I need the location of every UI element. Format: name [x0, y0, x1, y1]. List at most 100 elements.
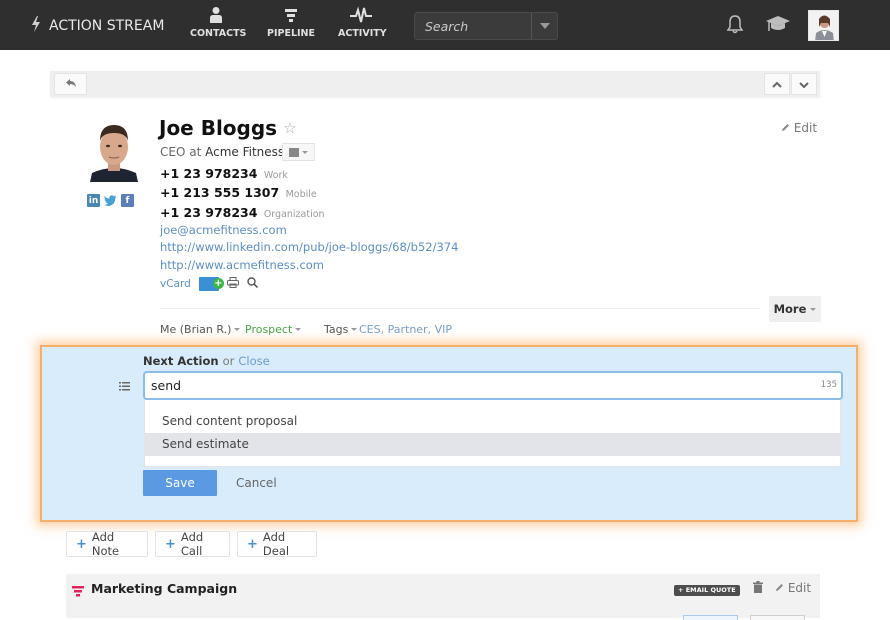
- record-toolbar: [50, 71, 820, 97]
- search-icon[interactable]: [247, 277, 258, 291]
- trash-icon[interactable]: [753, 581, 763, 596]
- vcard-link[interactable]: vCard: [160, 278, 191, 290]
- close-link[interactable]: Close: [238, 354, 269, 368]
- contact-name: Joe Bloggs: [159, 116, 278, 140]
- add-deal-button[interactable]: + Add Deal: [237, 530, 317, 558]
- add-to-contacts-icon[interactable]: [198, 277, 224, 291]
- phone-work[interactable]: +1 23 978234 Work: [160, 166, 288, 181]
- next-action-field: 135: [143, 371, 843, 400]
- nav-pipeline-label: PIPELINE: [267, 28, 315, 39]
- funnel-icon: [72, 582, 84, 601]
- divider: [160, 308, 760, 309]
- tags-values[interactable]: CES, Partner, VIP: [359, 323, 452, 336]
- edit-contact-button[interactable]: Edit: [781, 121, 817, 135]
- campaign-edit-button[interactable]: Edit: [775, 581, 811, 595]
- caret-down-icon: [295, 328, 302, 331]
- status-dropdown[interactable]: Prospect: [245, 323, 302, 336]
- caret-down-icon: [810, 307, 817, 311]
- lightning-icon: [31, 16, 41, 36]
- contact-name-row: Joe Bloggs ☆: [159, 116, 297, 140]
- brand-name: ACTION STREAM: [49, 18, 165, 34]
- contact-actions-row: vCard: [160, 277, 258, 291]
- company-link[interactable]: Acme Fitness: [205, 145, 284, 159]
- building-icon: [289, 147, 299, 157]
- twitter-icon[interactable]: [104, 194, 117, 207]
- nav-contacts-label: CONTACTS: [190, 28, 247, 39]
- chevron-down-icon: [799, 77, 809, 91]
- website-link[interactable]: http://www.acmefitness.com: [160, 258, 324, 272]
- email-quote-button[interactable]: + EMAIL QUOTE: [674, 585, 740, 596]
- chevron-down-icon: [539, 23, 550, 29]
- reply-arrow-icon: [65, 77, 77, 91]
- search-box: [414, 12, 558, 40]
- character-count: 135: [820, 380, 837, 390]
- nav-contacts[interactable]: CONTACTS: [190, 6, 246, 39]
- top-navigation-bar: ACTION STREAM CONTACTS PIPELINE ACTIVITY: [0, 0, 890, 50]
- bell-icon[interactable]: [726, 14, 744, 38]
- owner-label: Me (Brian R.): [160, 323, 232, 336]
- phone-number: +1 23 978234: [160, 166, 258, 181]
- contact-photo: [86, 117, 142, 182]
- edit-label: Edit: [787, 581, 812, 595]
- add-call-button[interactable]: + Add Call: [155, 530, 230, 558]
- person-icon: [190, 6, 242, 26]
- facebook-icon[interactable]: f: [121, 194, 134, 207]
- save-button[interactable]: Save: [143, 470, 217, 496]
- contact-title: CEO at Acme Fitness: [160, 145, 284, 159]
- caret-down-icon: [302, 150, 308, 154]
- more-label: More: [773, 302, 807, 316]
- linkedin-url-link[interactable]: http://www.linkedin.com/pub/joe-bloggs/6…: [160, 240, 458, 254]
- nav-activity-label: ACTIVITY: [338, 28, 387, 39]
- edit-label: Edit: [793, 121, 818, 135]
- tags-label: Tags: [324, 323, 349, 336]
- brand-logo[interactable]: ACTION STREAM: [31, 16, 164, 36]
- plus-icon: +: [247, 536, 258, 552]
- organization-dropdown[interactable]: [282, 143, 315, 161]
- phone-organization[interactable]: +1 23 978234 Organization: [160, 205, 325, 220]
- social-links: in f: [87, 194, 134, 207]
- cancel-button[interactable]: Cancel: [236, 476, 277, 490]
- caret-down-icon: [351, 328, 358, 331]
- add-deal-label: Add Deal: [262, 530, 290, 558]
- owner-dropdown[interactable]: Me (Brian R.): [160, 323, 241, 336]
- email-link[interactable]: joe@acmefitness.com: [160, 223, 287, 237]
- campaign-title[interactable]: Marketing Campaign: [91, 581, 237, 596]
- autocomplete-list: Send content proposal Send estimate: [144, 400, 841, 467]
- user-avatar[interactable]: [808, 10, 839, 41]
- star-icon[interactable]: ☆: [283, 119, 296, 137]
- print-icon[interactable]: [226, 277, 239, 291]
- add-note-button[interactable]: + Add Note: [66, 530, 148, 558]
- linkedin-icon[interactable]: in: [87, 194, 100, 207]
- phone-type: Mobile: [285, 189, 317, 200]
- phone-mobile[interactable]: +1 213 555 1307 Mobile: [160, 185, 317, 200]
- graduation-cap-icon[interactable]: [766, 14, 790, 38]
- caret-down-icon: [234, 328, 241, 331]
- funnel-icon: [266, 6, 316, 26]
- chevron-up-icon: [772, 77, 782, 91]
- pencil-icon: [775, 581, 784, 595]
- phone-number: +1 213 555 1307: [160, 185, 280, 200]
- plus-icon: +: [165, 536, 176, 552]
- autocomplete-item-highlighted[interactable]: Send estimate: [145, 433, 840, 456]
- phone-type: Organization: [263, 209, 325, 220]
- search-dropdown-button[interactable]: [531, 13, 557, 39]
- job-title: CEO at: [160, 145, 202, 159]
- next-action-label: Next Action: [143, 354, 219, 368]
- nav-activity[interactable]: ACTIVITY: [338, 6, 387, 39]
- next-action-input[interactable]: [145, 373, 805, 398]
- tags-dropdown[interactable]: Tags: [324, 323, 358, 336]
- phone-type: Work: [263, 170, 288, 181]
- status-label: Prospect: [245, 323, 293, 336]
- more-button[interactable]: More: [769, 296, 821, 322]
- phone-number: +1 23 978234: [160, 205, 258, 220]
- or-text: or: [222, 354, 235, 368]
- search-input[interactable]: [415, 13, 531, 39]
- list-icon[interactable]: [119, 380, 130, 394]
- autocomplete-item[interactable]: Send content proposal: [145, 410, 840, 433]
- nav-pipeline[interactable]: PIPELINE: [266, 6, 316, 39]
- previous-record-button[interactable]: [764, 73, 790, 95]
- next-record-button[interactable]: [791, 73, 817, 95]
- add-note-label: Add Note: [91, 530, 120, 558]
- back-button[interactable]: [54, 73, 87, 95]
- pencil-icon: [781, 121, 794, 135]
